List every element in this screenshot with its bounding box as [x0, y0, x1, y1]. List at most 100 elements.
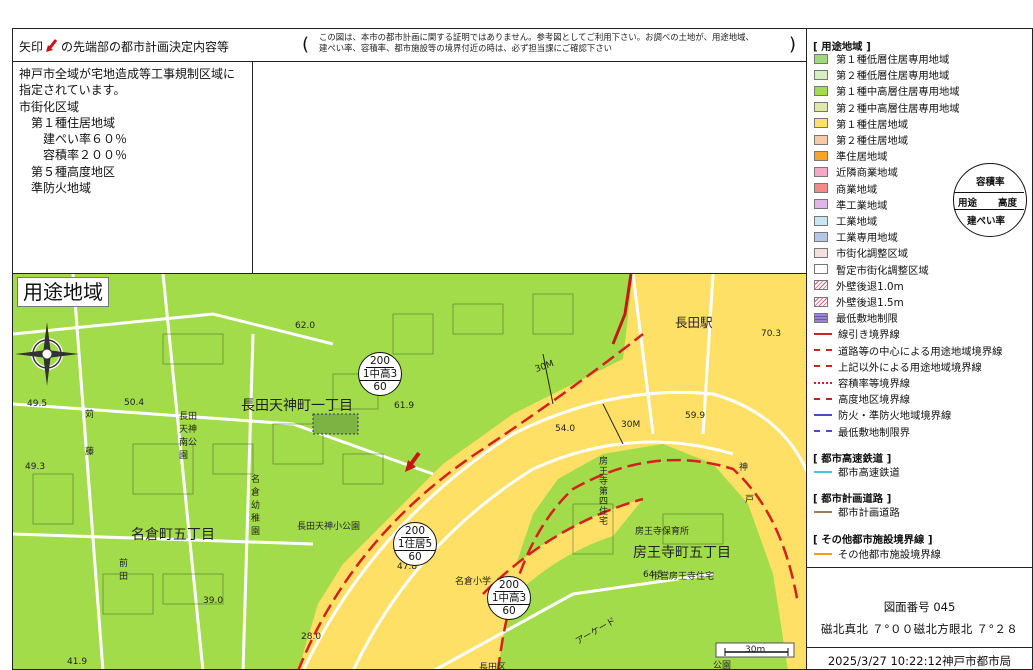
zone-circle[interactable]: 200 1中高3 60: [487, 576, 531, 620]
label-fuku: 藤: [85, 447, 95, 457]
legend-item-zone: 第１種住居地域: [814, 117, 908, 131]
elevation: 62.0: [295, 321, 316, 331]
label-nagura-kinder: 名倉幼稚園: [251, 475, 261, 537]
zone-circle[interactable]: 200 1住居5 60: [393, 522, 437, 566]
legend-swatch: [814, 231, 828, 242]
legend-item-line: 高度地区境界線: [814, 392, 910, 406]
map-canvas[interactable]: [13, 274, 807, 670]
zone-circle-far: 200: [366, 355, 394, 368]
legend-item-road: 都市計画道路: [814, 505, 900, 519]
zone-circle-coverage: 60: [373, 381, 387, 393]
legend-item-zone: 商業地域: [814, 182, 877, 196]
park-area: [312, 413, 359, 435]
info-line: 建ぺい率６０％: [19, 132, 128, 147]
elevation: 49.3: [25, 462, 46, 472]
legend-item-zone: 暫定市街化調整区域: [814, 263, 929, 277]
legend-item-rail: 都市高速鉄道: [814, 465, 900, 479]
legend-item-label: 準住居地域: [836, 151, 888, 164]
legend-item-line: 線引き境界線: [814, 327, 900, 341]
legend-item-zone: 工業専用地域: [814, 230, 898, 244]
legend-item-line: 容積率等境界線: [814, 376, 911, 390]
legend-item-label: 第１種低層住居専用地域: [836, 54, 950, 66]
legend-line-icon: [814, 332, 832, 335]
legend-heading-other: [ その他都市施設境界線 ]: [813, 534, 933, 546]
facility-line-icon: [814, 552, 832, 555]
disclaimer-note: この図は、本市の都市計画に関する証明ではありません。参考図としてご利用下さい。お…: [319, 32, 789, 54]
zone-circle-coverage: 60: [502, 605, 516, 617]
legend-item-label: 外壁後退1.5m: [836, 297, 904, 309]
legend-item-other: その他都市施設境界線: [814, 547, 941, 561]
elevation: 64.5: [643, 570, 664, 580]
info-line: 神戸市全域が宅地造成等工事規制区域に: [19, 67, 236, 81]
label-tenjin1: 長田天神町一丁目: [241, 398, 353, 414]
zone-circle[interactable]: 200 1中高3 60: [358, 352, 402, 396]
legend-item-zone: 第１種中高層住居専用地域: [814, 84, 960, 99]
label-jin: 神: [739, 463, 749, 473]
legend-item-zone: 準住居地域: [814, 149, 888, 164]
zone-circle-use: 1住居5: [394, 538, 436, 551]
label-ward: 長田区: [479, 663, 507, 670]
rail-line-icon: [814, 470, 832, 473]
elevation: 39.0: [203, 596, 224, 606]
map-title: 用途地域: [17, 277, 109, 307]
legend-line-icon: [814, 381, 832, 384]
label-bonoji-nursery: 房王寺保育所: [635, 527, 690, 537]
elevation: 49.5: [27, 399, 48, 409]
legend-item-label: 道路等の中心による用途地域境界線: [838, 345, 1003, 358]
paren-close: ): [789, 34, 797, 55]
magnetic-north: 磁北真北 ７°００磁北方眼北 ７°２８: [820, 622, 1018, 636]
legend-line-icon: [814, 365, 832, 368]
legend-item-label: 防火・準防火地域境界線: [838, 410, 952, 423]
legend-item-label: 上記以外による用途地域境界線: [838, 361, 982, 374]
zone-circle-use: 1中高3: [488, 592, 530, 605]
legend-item-label: 都市計画道路: [838, 507, 900, 519]
legend-item-zone: 工業地域: [814, 214, 878, 228]
map-number: 図面番号 045: [883, 600, 956, 614]
legend-item-zone: 近隣商業地域: [814, 165, 898, 179]
map-header: 矢印 の先端部の都市計画決定内容等 ( この図は、本市の都市計画に関する証明ではあ…: [12, 28, 807, 62]
header-title-suffix: の先端部の都市計画決定内容等: [61, 40, 230, 54]
label-park: 公園: [713, 661, 732, 670]
legend-line-icon: [814, 349, 832, 352]
info-line: 第１種住居地域: [19, 115, 116, 130]
legend-swatch: [814, 312, 828, 323]
legend-item-label: その他都市施設境界線: [838, 549, 941, 561]
legend-swatch: [814, 85, 828, 96]
legend-item-label: 容積率等境界線: [838, 378, 911, 390]
legend-item-line: 道路等の中心による用途地域境界線: [814, 344, 1003, 358]
legend-item-label: 第２種中高層住居専用地域: [836, 102, 960, 115]
arrow-icon: [46, 39, 58, 56]
legend-swatch: [814, 69, 828, 80]
legend-item-zone: 準工業地域: [814, 198, 887, 212]
label-bonoji5: 房王寺町五丁目: [633, 545, 731, 561]
legend-line-icon: [814, 397, 832, 400]
legend-heading-rail: [ 都市高速鉄道 ]: [813, 453, 892, 465]
elevation: 28.0: [301, 632, 322, 642]
elevation: 70.3: [761, 329, 782, 339]
legend-item-label: 第１種中高層住居専用地域: [836, 86, 960, 99]
note-line1: この図は、本市の都市計画に関する証明ではありません。参考図としてご利用下さい。お…: [319, 32, 754, 42]
header-title: 矢印 の先端部の都市計画決定内容等: [19, 38, 229, 56]
legend-swatch: [814, 118, 828, 129]
legend-item-label: 市街化調整区域: [836, 248, 909, 261]
legend-item-zone: 第１種低層住居専用地域: [814, 52, 950, 66]
header-title-prefix: 矢印: [19, 40, 44, 54]
legend-item-label: 工業地域: [836, 216, 878, 228]
legend-swatch: [814, 183, 828, 194]
info-line: 指定されています。: [19, 83, 126, 98]
legend-swatch: [814, 247, 828, 258]
label-nagata-station: 長田駅: [675, 315, 713, 330]
note-line2: 建ぺい率、容積率、都市施設等の境界付近の時は、必ず担当課にご確認下さい: [319, 43, 612, 53]
legend-swatch: [814, 199, 828, 210]
legend-item-label: 第２種低層住居専用地域: [836, 70, 950, 83]
label-maeda: 前田: [119, 559, 129, 582]
road-line-icon: [814, 510, 832, 513]
zoning-map[interactable]: 用途地域 長田天神町一丁目 名倉町五丁目 房王寺町五丁目 長田駅 長田天神南公園…: [12, 273, 807, 670]
legend-item-zone: 市街化調整区域: [814, 246, 909, 261]
info-line: 市街化区域: [19, 99, 80, 114]
info-line: 準防火地域: [19, 181, 92, 196]
zone-circle-use: 1中高3: [359, 368, 401, 381]
info-line: 容積率２００％: [19, 148, 128, 163]
legend-item-line: 上記以外による用途地域境界線: [814, 360, 982, 374]
key-height: 高度: [998, 198, 1018, 209]
